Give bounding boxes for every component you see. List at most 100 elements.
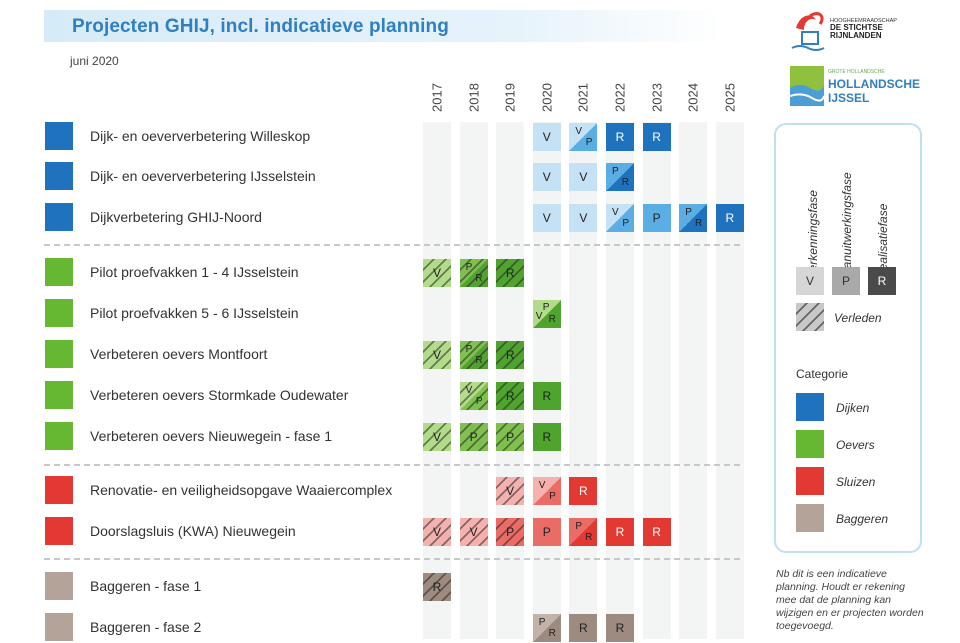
legend-past-box (796, 303, 824, 331)
date-label: juni 2020 (70, 54, 119, 68)
hij-main2: IJSSEL (828, 91, 869, 105)
plan-cell-2022: R (606, 518, 634, 546)
project-name: Pilot proefvakken 5 - 6 IJsselstein (90, 305, 299, 321)
phase-letter: R (615, 525, 625, 539)
plan-cell-2023: P (642, 204, 671, 232)
phase-letter: R (621, 177, 629, 188)
plan-cell-2022: VP (606, 204, 634, 232)
plan-cell-2019: P (496, 518, 525, 546)
hdsr-logo: HOOGHEEMRAADSCHAP DE STICHTSE RIJNLANDEN (791, 12, 897, 51)
phase-letter: R (505, 266, 515, 280)
phase-letter: P (469, 430, 478, 444)
phase-letter: R (475, 273, 483, 284)
plan-cell-2019: V (496, 477, 525, 505)
phase-letter: V (612, 207, 619, 218)
legend-dijken-box (796, 393, 824, 421)
phase-letter: P (585, 137, 593, 148)
legend-phase-p: Planuitwerkingsfase (840, 172, 854, 279)
project-row: Verbeteren oevers Montfoort V P R R (0, 340, 760, 370)
project-row: Dijkverbetering GHIJ-Noord V V V P P P R R (0, 203, 760, 233)
phase-letter: P (465, 262, 473, 273)
phase-letter: V (432, 525, 441, 539)
divider-dijken-oevers (44, 244, 740, 246)
plan-cell-2020: PR (532, 614, 561, 642)
legend-phase-v: Verkenningsfase (806, 190, 820, 279)
category-square (45, 381, 73, 409)
legend-v-box: V (796, 267, 824, 295)
plan-cell-2023: R (642, 123, 671, 151)
category-square (45, 162, 73, 190)
plan-cell-2017: R (423, 573, 451, 601)
project-name: Renovatie- en veiligheidsopgave Waaierco… (90, 482, 393, 498)
phase-letter: V (432, 430, 441, 444)
phase-letter: P (475, 396, 483, 407)
plan-cell-2018: V (459, 518, 488, 546)
plan-cell-2020: V (532, 123, 561, 151)
project-name: Pilot proefvakken 1 - 4 IJsselstein (90, 264, 299, 280)
project-row: Verbeteren oevers Nieuwegein - fase 1 V P P… (0, 422, 760, 452)
project-name: Baggeren - fase 1 (90, 578, 202, 594)
hdsr-line3: RIJNLANDEN (830, 31, 882, 40)
phase-letter: P (538, 617, 546, 628)
phase-letter: P (549, 491, 556, 502)
plan-cell-2022: PR (606, 163, 634, 191)
phase-letter: P (652, 211, 661, 225)
category-square (45, 613, 73, 641)
project-row: Pilot proefvakken 1 - 4 IJsselstein V P R R (0, 258, 760, 288)
legend-oevers-label: Oevers (836, 438, 875, 452)
project-row: Baggeren - fase 1 R (0, 572, 760, 602)
phase-letter: V (469, 525, 478, 539)
phase-letter: P (465, 344, 473, 355)
phase-letter: R (548, 314, 556, 325)
project-row: Doorslagsluis (KWA) Nieuwegein V V P P P R R R (0, 517, 760, 547)
category-square (45, 340, 73, 368)
phase-letter: V (542, 170, 551, 184)
phase-letter: P (622, 218, 629, 229)
project-row: Verbeteren oevers Stormkade Oudewater V P R… (0, 381, 760, 411)
project-name: Baggeren - fase 2 (90, 619, 202, 635)
category-square (45, 299, 73, 327)
plan-cell-2020: P (532, 518, 561, 546)
phase-letter: R (542, 389, 552, 403)
phase-letter: V (579, 211, 588, 225)
plan-cell-2020: R (532, 382, 561, 410)
plan-cell-2025: R (715, 204, 744, 232)
plan-cell-2021: R (569, 477, 598, 505)
project-row: Renovatie- en veiligheidsopgave Waaierco… (0, 476, 760, 506)
phase-letter: R (579, 621, 588, 635)
phase-letter: R (652, 130, 661, 144)
legend-dijken-label: Dijken (836, 401, 870, 415)
category-square (45, 422, 73, 450)
legend-category-title: Categorie (796, 367, 849, 381)
phase-letter: V (465, 385, 473, 396)
legend-past-label: Verleden (834, 311, 882, 325)
phase-letter: V (542, 130, 551, 144)
phase-letter: R (652, 525, 661, 539)
plan-cell-2022: R (606, 123, 634, 151)
plan-cell-2018: PR (459, 259, 488, 287)
legend-baggeren-label: Baggeren (836, 512, 889, 526)
year-label-2017: 2017 (429, 83, 445, 112)
project-name: Verbeteren oevers Montfoort (90, 346, 268, 362)
plan-cell-2017: V (423, 518, 451, 546)
legend-sluizen-label: Sluizen (836, 475, 876, 489)
year-label-2018: 2018 (466, 83, 482, 112)
project-name: Dijk- en oeververbetering Willeskop (90, 128, 311, 144)
category-square (45, 258, 73, 286)
legend-p-box: P (832, 267, 860, 295)
category-square (45, 476, 73, 504)
phase-letter: R (615, 621, 625, 635)
plan-cell-2020: VPR (532, 300, 561, 328)
plan-cell-2019: P (496, 423, 525, 451)
phase-letter: V (579, 170, 588, 184)
plan-cell-2018: P (459, 423, 488, 451)
phase-letter: R (615, 130, 625, 144)
year-label-2025: 2025 (722, 83, 738, 112)
legend-sluizen-box (796, 467, 824, 495)
legend-phase-r: Realisatiefase (876, 203, 890, 279)
phase-letter: R (542, 430, 552, 444)
phase-letter: R (505, 348, 515, 362)
plan-cell-2019: R (496, 259, 525, 287)
plan-cell-2024: PR (679, 204, 708, 232)
phase-letter: P (542, 525, 551, 539)
